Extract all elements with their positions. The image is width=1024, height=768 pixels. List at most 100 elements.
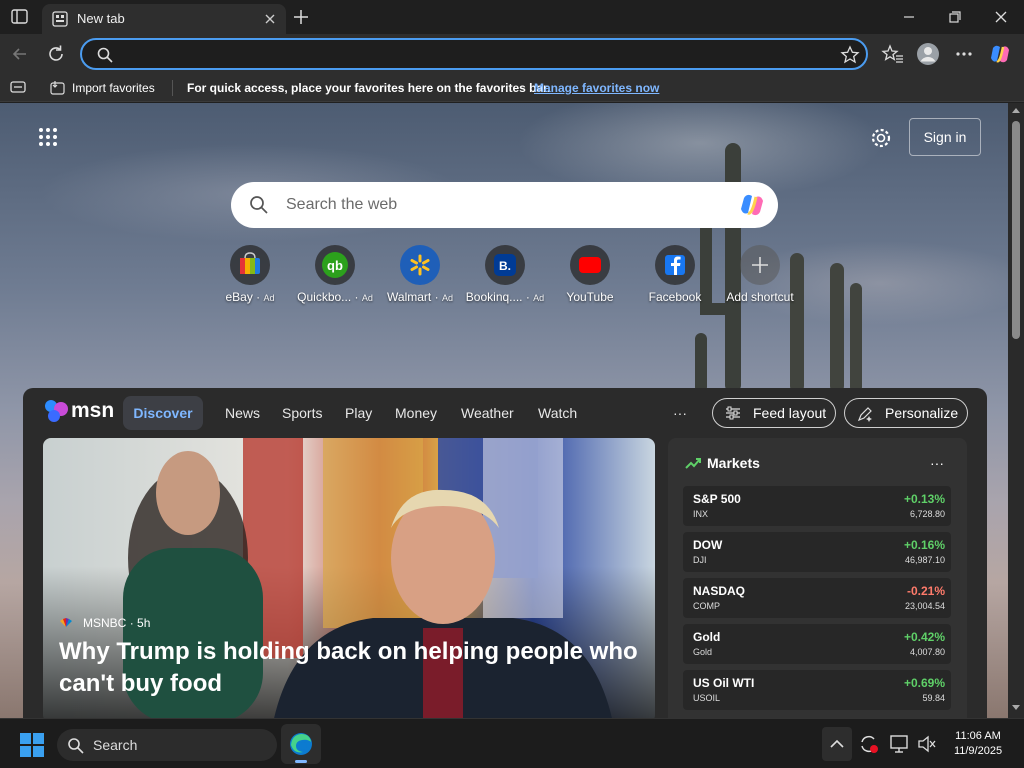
- scrollbar-thumb[interactable]: [1012, 121, 1020, 339]
- youtube-icon: [570, 245, 610, 285]
- tab-news[interactable]: News: [225, 405, 260, 421]
- apps-grid-icon[interactable]: [38, 127, 58, 147]
- market-row-dow[interactable]: DOW DJI +0.16% 46,987.10: [683, 532, 951, 572]
- quick-link-youtube[interactable]: YouTube: [548, 245, 632, 307]
- favorites-icon[interactable]: [881, 42, 905, 66]
- taskbar-edge-button[interactable]: [281, 724, 321, 764]
- market-value: 46,987.10: [904, 555, 945, 565]
- copilot-icon[interactable]: [988, 42, 1012, 66]
- markets-more-icon[interactable]: ···: [930, 455, 946, 471]
- quick-link-booking[interactable]: B. Bookinq.... · Ad: [463, 245, 547, 307]
- search-icon: [249, 195, 269, 215]
- trending-up-icon: [685, 457, 701, 469]
- tab-weather[interactable]: Weather: [461, 405, 514, 421]
- market-code: DJI: [693, 555, 707, 565]
- star-favorite-icon[interactable]: [840, 45, 860, 65]
- quick-link-facebook[interactable]: Facebook: [633, 245, 717, 307]
- quick-link-walmart[interactable]: Walmart · Ad: [378, 245, 462, 307]
- market-code: Gold: [693, 647, 713, 657]
- import-icon[interactable]: [50, 80, 66, 96]
- markets-title: Markets: [707, 455, 760, 471]
- tab-watch[interactable]: Watch: [538, 405, 577, 421]
- tile-label: Bookinq....: [465, 290, 523, 304]
- system-clock[interactable]: 11:06 AM 11/9/2025: [940, 729, 1016, 759]
- tile-label: Walmart: [387, 290, 432, 304]
- minimize-icon[interactable]: [889, 4, 929, 30]
- ad-badge: Ad: [263, 293, 275, 303]
- scroll-down-icon[interactable]: [1012, 703, 1020, 711]
- tab-sports[interactable]: Sports: [282, 405, 322, 421]
- tab-play[interactable]: Play: [345, 405, 372, 421]
- market-row-sp500[interactable]: S&P 500 INX +0.13% 6,728.80: [683, 486, 951, 526]
- msn-brand[interactable]: msn: [71, 399, 114, 423]
- more-menu-icon[interactable]: [952, 42, 976, 66]
- restore-icon[interactable]: [935, 4, 975, 30]
- tab-title: New tab: [77, 11, 125, 26]
- tile-label: YouTube: [566, 290, 614, 304]
- market-code: USOIL: [693, 693, 721, 703]
- news-age: · 5h: [129, 616, 151, 630]
- address-bar[interactable]: [80, 38, 868, 70]
- show-hidden-icons-button[interactable]: [822, 727, 852, 761]
- hero-news-card[interactable]: MSNBC · 5h Why Trump is holding back on …: [43, 438, 655, 718]
- hero-headline[interactable]: Why Trump is holding back on helping peo…: [59, 636, 639, 700]
- market-value: 6,728.80: [909, 509, 945, 519]
- market-code: INX: [693, 509, 709, 519]
- add-shortcut-button[interactable]: Add shortcut: [718, 245, 802, 307]
- walmart-icon: [400, 245, 440, 285]
- tab-discover[interactable]: Discover: [123, 396, 203, 430]
- network-icon[interactable]: [889, 734, 911, 754]
- title-bar: New tab: [0, 0, 1024, 34]
- clock-date: 11/9/2025: [953, 745, 1003, 757]
- settings-gear-icon[interactable]: [870, 127, 892, 149]
- edge-browser-icon: [288, 731, 314, 757]
- search-icon: [67, 737, 85, 755]
- windows-start-icon[interactable]: [20, 733, 44, 757]
- market-change: +0.42%: [903, 630, 945, 644]
- more-tabs-button[interactable]: ···: [673, 405, 687, 421]
- msn-logo-icon[interactable]: [43, 398, 71, 424]
- search-placeholder: Search the web: [286, 196, 398, 213]
- tab-money[interactable]: Money: [395, 405, 437, 421]
- sign-in-button[interactable]: Sign in: [909, 118, 981, 156]
- ad-badge: Ad: [441, 293, 453, 303]
- market-name: NASDAQ: [693, 584, 746, 598]
- svg-text:B.: B.: [499, 259, 511, 273]
- feed-layout-label: Feed layout: [753, 405, 827, 421]
- personalize-button[interactable]: Personalize: [844, 398, 968, 428]
- favorites-bar-toggle-icon[interactable]: [10, 80, 26, 94]
- quick-link-quickbooks[interactable]: qb Quickbo... · Ad: [293, 245, 377, 307]
- news-source: MSNBC: [83, 616, 127, 630]
- market-change: +0.13%: [903, 492, 945, 506]
- tab-new-tab[interactable]: New tab: [42, 4, 286, 34]
- scroll-up-icon[interactable]: [1012, 107, 1020, 115]
- market-row-gold[interactable]: Gold Gold +0.42% 4,007.80: [683, 624, 951, 664]
- market-row-nasdaq[interactable]: NASDAQ COMP -0.21% 23,004.54: [683, 578, 951, 618]
- page-scrollbar[interactable]: [1008, 103, 1024, 718]
- tab-actions-icon[interactable]: [10, 8, 30, 26]
- taskbar-search[interactable]: Search: [57, 729, 277, 761]
- profile-avatar-icon[interactable]: [916, 42, 940, 66]
- sync-update-icon[interactable]: [858, 734, 880, 754]
- close-window-icon[interactable]: [981, 4, 1021, 30]
- new-tab-plus-icon[interactable]: [290, 6, 312, 28]
- active-app-indicator: [295, 760, 307, 763]
- back-arrow-icon[interactable]: [8, 42, 32, 66]
- import-favorites-button[interactable]: Import favorites: [72, 81, 155, 95]
- web-search-box[interactable]: Search the web: [231, 182, 778, 228]
- market-row-oil[interactable]: US Oil WTI USOIL +0.69% 59.84: [683, 670, 951, 710]
- copilot-icon[interactable]: [738, 191, 766, 219]
- close-tab-icon[interactable]: [260, 9, 280, 29]
- market-name: US Oil WTI: [693, 676, 755, 690]
- manage-favorites-link[interactable]: Manage favorites now: [534, 81, 659, 95]
- divider: [172, 80, 173, 96]
- clock-time: 11:06 AM: [955, 730, 1001, 742]
- market-value: 23,004.54: [904, 601, 945, 611]
- new-tab-page: Sign in Search the web eBay · Ad qb Quic…: [0, 103, 1008, 718]
- quick-link-ebay[interactable]: eBay · Ad: [208, 245, 292, 307]
- market-value: 4,007.80: [909, 647, 945, 657]
- feed-layout-button[interactable]: Feed layout: [712, 398, 836, 428]
- facebook-icon: [655, 245, 695, 285]
- refresh-icon[interactable]: [44, 42, 68, 66]
- volume-muted-icon[interactable]: [916, 734, 938, 754]
